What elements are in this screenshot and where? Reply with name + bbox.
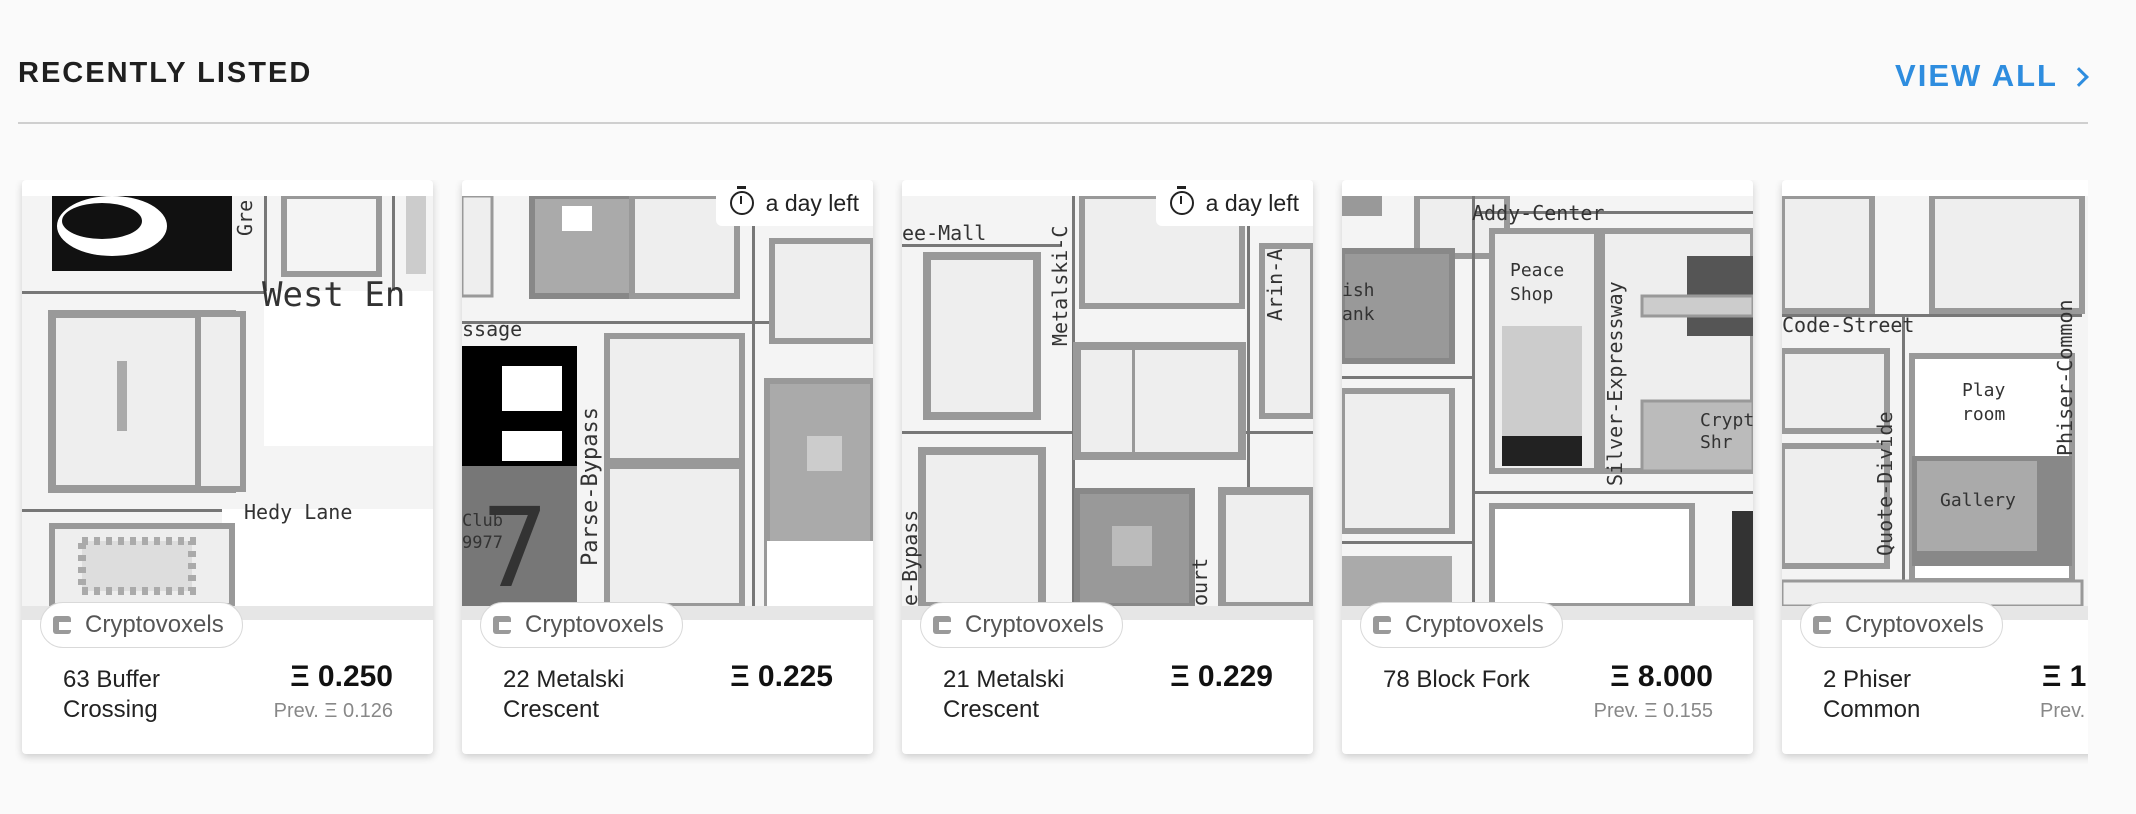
previous-price: Prev. Ξ 0.126 <box>273 700 393 722</box>
platform-label: Cryptovoxels <box>85 611 224 638</box>
map-label: ank <box>1342 304 1375 325</box>
cryptovoxels-logo-icon <box>491 614 513 636</box>
map-label: Gallery <box>1940 490 2016 511</box>
map-label: Play <box>1962 380 2006 401</box>
platform-label: Cryptovoxels <box>965 611 1104 638</box>
platform-label: Cryptovoxels <box>1405 611 1544 638</box>
auction-timer: a day left <box>1155 180 1313 226</box>
listing-card[interactable]: Addy-Center Peace Shop Silver-Expressway… <box>1342 180 1753 754</box>
parcel-map-image: ee-Mall Metalski-C Arin-A e-Bypass ourt <box>902 196 1313 606</box>
platform-badge[interactable]: Cryptovoxels <box>920 602 1123 648</box>
parcel-name[interactable]: 22 Metalski Crescent <box>503 665 693 725</box>
parcel-name[interactable]: 21 Metalski Crescent <box>943 665 1133 725</box>
timer-label: a day left <box>1205 189 1299 216</box>
map-label: ish <box>1342 280 1375 301</box>
parcel-price: Ξ 0.225 <box>730 660 833 693</box>
platform-badge[interactable]: Cryptovoxels <box>1360 602 1563 648</box>
platform-badge[interactable]: Cryptovoxels <box>40 602 243 648</box>
map-label: ourt <box>1188 558 1212 606</box>
parcel-price: Ξ 1 <box>2042 660 2087 693</box>
map-label: Parse-Bypass <box>578 407 603 566</box>
platform-label: Cryptovoxels <box>525 611 664 638</box>
previous-price: Prev. Ξ 0.155 <box>1593 700 1713 722</box>
map-label: Addy-Center <box>1472 201 1604 225</box>
listing-card[interactable]: ee-Mall Metalski-C Arin-A e-Bypass ourt … <box>902 180 1313 754</box>
map-label: 9977 <box>462 533 503 553</box>
section-title: RECENTLY LISTED <box>18 57 313 89</box>
map-label: Phiser-Common <box>2053 299 2077 456</box>
map-label: room <box>1962 404 2005 425</box>
map-label: Peace <box>1510 260 1564 281</box>
listing-carousel: West En Hedy Lane Gre Cryptovoxels 63 Bu… <box>0 180 2088 780</box>
map-label: ssage <box>462 317 522 341</box>
map-label: Silver-Expressway <box>1603 281 1627 486</box>
map-label: e-Bypass <box>902 510 922 606</box>
platform-label: Cryptovoxels <box>1845 611 1984 638</box>
map-label: Shr <box>1700 432 1733 453</box>
parcel-map-image: 7 ssage Parse-Bypass Club 9977 <box>462 196 873 606</box>
cryptovoxels-logo-icon <box>51 614 73 636</box>
map-label: ee-Mall <box>902 221 986 245</box>
parcel-map-image: Code-Street Quote-Divide Phiser-Common P… <box>1782 196 2088 606</box>
map-label: Metalski-C <box>1048 226 1072 346</box>
map-label: Shop <box>1510 284 1553 305</box>
parcel-map-image: West En Hedy Lane Gre <box>22 196 433 606</box>
map-label: Crypt <box>1700 410 1753 431</box>
cryptovoxels-logo-icon <box>1371 614 1393 636</box>
map-label: Club <box>462 511 503 531</box>
previous-price: Prev. <box>2040 700 2086 722</box>
parcel-name[interactable]: 2 Phiser Common <box>1823 665 2013 725</box>
chevron-right-icon <box>2069 67 2089 87</box>
auction-timer: a day left <box>715 180 873 226</box>
view-all-label: VIEW ALL <box>1895 58 2058 93</box>
platform-badge[interactable]: Cryptovoxels <box>1800 602 2003 648</box>
listing-card[interactable]: Code-Street Quote-Divide Phiser-Common P… <box>1782 180 2088 754</box>
parcel-price: Ξ 8.000 <box>1610 660 1713 693</box>
parcel-price: Ξ 0.229 <box>1170 660 1273 693</box>
map-label: Code-Street <box>1782 313 1914 337</box>
timer-label: a day left <box>765 189 859 216</box>
parcel-map-image: Addy-Center Peace Shop Silver-Expressway… <box>1342 196 1753 606</box>
stopwatch-icon <box>1169 186 1194 215</box>
parcel-price: Ξ 0.250 <box>290 660 393 693</box>
parcel-name[interactable]: 63 Buffer Crossing <box>63 665 253 725</box>
cryptovoxels-logo-icon <box>931 614 953 636</box>
map-label: Gre <box>233 200 257 236</box>
platform-badge[interactable]: Cryptovoxels <box>480 602 683 648</box>
map-label: Arin-A <box>1263 249 1287 321</box>
section-divider <box>18 122 2088 124</box>
listing-card[interactable]: West En Hedy Lane Gre Cryptovoxels 63 Bu… <box>22 180 433 754</box>
view-all-link[interactable]: VIEW ALL <box>1895 58 2089 94</box>
listing-card[interactable]: 7 ssage Parse-Bypass Club 9977 a day lef… <box>462 180 873 754</box>
map-label: Quote-Divide <box>1873 412 1897 557</box>
cryptovoxels-logo-icon <box>1811 614 1833 636</box>
parcel-name[interactable]: 78 Block Fork <box>1383 665 1573 695</box>
map-label: Hedy Lane <box>244 500 352 524</box>
stopwatch-icon <box>729 186 754 215</box>
map-label: West En <box>262 275 405 315</box>
